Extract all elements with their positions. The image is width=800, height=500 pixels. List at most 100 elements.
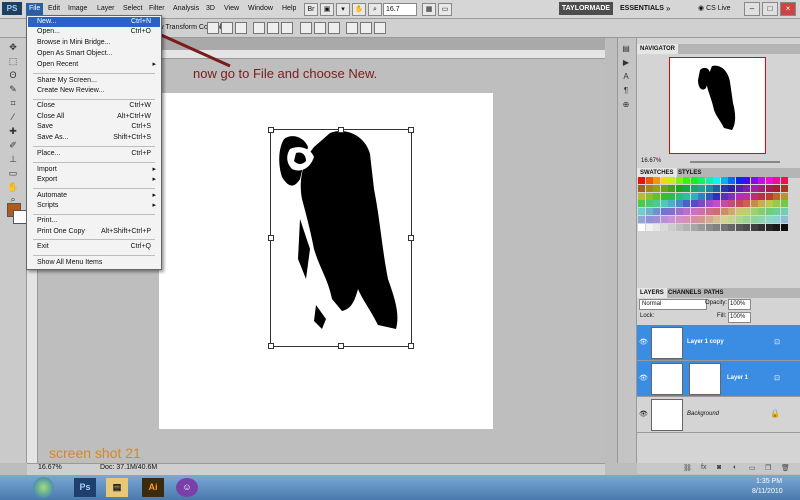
color-swatch[interactable]: [675, 208, 683, 216]
color-swatch[interactable]: [743, 177, 750, 184]
menu-item-place[interactable]: Place... Ctrl+P: [28, 149, 160, 159]
color-swatch[interactable]: [660, 223, 668, 231]
color-swatch[interactable]: [668, 184, 675, 192]
messenger-taskbar-icon[interactable]: ☺: [176, 478, 198, 497]
color-swatch[interactable]: [705, 192, 713, 200]
color-swatch[interactable]: [645, 223, 653, 231]
color-swatch[interactable]: [750, 216, 758, 223]
color-swatch[interactable]: [638, 184, 645, 192]
clock-date[interactable]: 8/11/2010: [752, 488, 783, 495]
color-swatch[interactable]: [660, 200, 668, 208]
bridge-icon[interactable]: Br: [304, 3, 318, 16]
navigator-preview[interactable]: [669, 57, 766, 154]
tab-navigator[interactable]: NAVIGATOR: [637, 44, 679, 54]
actions-icon[interactable]: ▶: [620, 57, 632, 69]
menu-layer[interactable]: Layer: [94, 3, 118, 15]
color-swatch[interactable]: [683, 184, 690, 192]
color-swatch[interactable]: [698, 208, 705, 216]
layer-row[interactable]: 👁 Layer 1 copy ⊡: [637, 325, 800, 361]
color-swatch[interactable]: [645, 216, 653, 223]
color-swatch[interactable]: [765, 223, 773, 231]
color-swatch[interactable]: [780, 208, 788, 216]
color-swatch[interactable]: [750, 200, 758, 208]
menu-item-save-as[interactable]: Save As... Shift+Ctrl+S: [28, 133, 160, 143]
color-swatch[interactable]: [758, 184, 765, 192]
color-swatch[interactable]: [683, 177, 690, 184]
color-swatch[interactable]: [728, 192, 735, 200]
crop-tool-icon[interactable]: ⌗: [6, 97, 20, 109]
zoom-level-select[interactable]: 16.7: [383, 3, 417, 16]
color-swatch[interactable]: [735, 216, 743, 223]
color-swatch[interactable]: [690, 184, 698, 192]
color-swatch[interactable]: [720, 223, 728, 231]
menu-item-print-one-copy[interactable]: Print One Copy Alt+Shift+Ctrl+P: [28, 227, 160, 237]
color-swatch[interactable]: [758, 216, 765, 223]
menu-item-share-my-screen[interactable]: Share My Screen...: [28, 76, 160, 86]
arrange-documents-icon[interactable]: ▦: [422, 3, 436, 16]
color-swatch[interactable]: [713, 200, 720, 208]
add-mask-icon[interactable]: ◙: [717, 464, 721, 471]
color-swatch[interactable]: [758, 208, 765, 216]
color-swatch[interactable]: [690, 216, 698, 223]
color-swatch[interactable]: [713, 223, 720, 231]
layer-row[interactable]: 👁 Background 🔒: [637, 397, 800, 433]
align-right-icon[interactable]: [281, 22, 293, 34]
color-swatch[interactable]: [675, 177, 683, 184]
align-left-icon[interactable]: [253, 22, 265, 34]
color-swatch[interactable]: [668, 192, 675, 200]
clone-stamp-tool-icon[interactable]: ⊥: [6, 153, 20, 165]
menu-filter[interactable]: Filter: [146, 3, 168, 15]
color-swatch[interactable]: [773, 216, 780, 223]
color-swatch[interactable]: [638, 216, 645, 223]
mini-bridge-icon[interactable]: ▣: [320, 3, 334, 16]
extras-icon[interactable]: ▾: [336, 3, 350, 16]
color-swatch[interactable]: [713, 216, 720, 223]
link-layers-icon[interactable]: ⛓: [683, 464, 692, 472]
color-swatch[interactable]: [698, 216, 705, 223]
distribute-vcenter-icon[interactable]: [314, 22, 326, 34]
color-swatch[interactable]: [780, 184, 788, 192]
color-swatch[interactable]: [750, 177, 758, 184]
menu-item-browse-mini-bridge[interactable]: Browse in Mini Bridge...: [28, 38, 160, 48]
color-swatch[interactable]: [705, 216, 713, 223]
workspace-taylormade-button[interactable]: TAYLORMADE: [559, 2, 613, 15]
color-swatch[interactable]: [765, 200, 773, 208]
clock-time[interactable]: 1:35 PM: [756, 478, 782, 485]
color-swatch[interactable]: [690, 208, 698, 216]
color-swatch[interactable]: [735, 192, 743, 200]
color-swatch[interactable]: [638, 208, 645, 216]
delete-layer-icon[interactable]: 🗑: [781, 464, 790, 472]
workspace-more-icon[interactable]: »: [666, 2, 678, 15]
cs-live-button[interactable]: ◉ CS Live: [698, 2, 731, 15]
menu-item-close-all[interactable]: Close All Alt+Ctrl+W: [28, 112, 160, 122]
background-color-swatch[interactable]: [13, 210, 27, 224]
color-swatch[interactable]: [645, 200, 653, 208]
blend-mode-select[interactable]: Normal: [639, 299, 707, 310]
menu-item-open-smart-object[interactable]: Open As Smart Object...: [28, 49, 160, 59]
color-swatch[interactable]: [675, 216, 683, 223]
color-swatch[interactable]: [668, 216, 675, 223]
transform-handle[interactable]: [408, 235, 414, 241]
color-swatch[interactable]: [758, 177, 765, 184]
color-swatch[interactable]: [780, 177, 788, 184]
color-swatch[interactable]: [660, 184, 668, 192]
zoom-tool-icon[interactable]: ⌕: [368, 3, 382, 16]
close-button[interactable]: ×: [780, 2, 796, 16]
hand-icon[interactable]: ✋: [352, 3, 366, 16]
color-swatch[interactable]: [713, 184, 720, 192]
tab-paths[interactable]: PATHS: [701, 288, 726, 298]
lasso-tool-icon[interactable]: ʘ: [6, 69, 20, 81]
color-swatch[interactable]: [728, 216, 735, 223]
color-swatch[interactable]: [653, 216, 660, 223]
hand-tool-icon[interactable]: ✋: [6, 181, 20, 193]
color-swatch[interactable]: [735, 184, 743, 192]
color-swatch[interactable]: [728, 200, 735, 208]
color-swatch[interactable]: [743, 200, 750, 208]
color-swatch[interactable]: [668, 223, 675, 231]
menu-window[interactable]: Window: [245, 3, 276, 15]
color-swatch[interactable]: [773, 208, 780, 216]
menu-item-close[interactable]: Close Ctrl+W: [28, 101, 160, 111]
color-swatch[interactable]: [683, 223, 690, 231]
menu-item-new[interactable]: New... Ctrl+N: [28, 17, 160, 27]
color-swatch[interactable]: [765, 177, 773, 184]
